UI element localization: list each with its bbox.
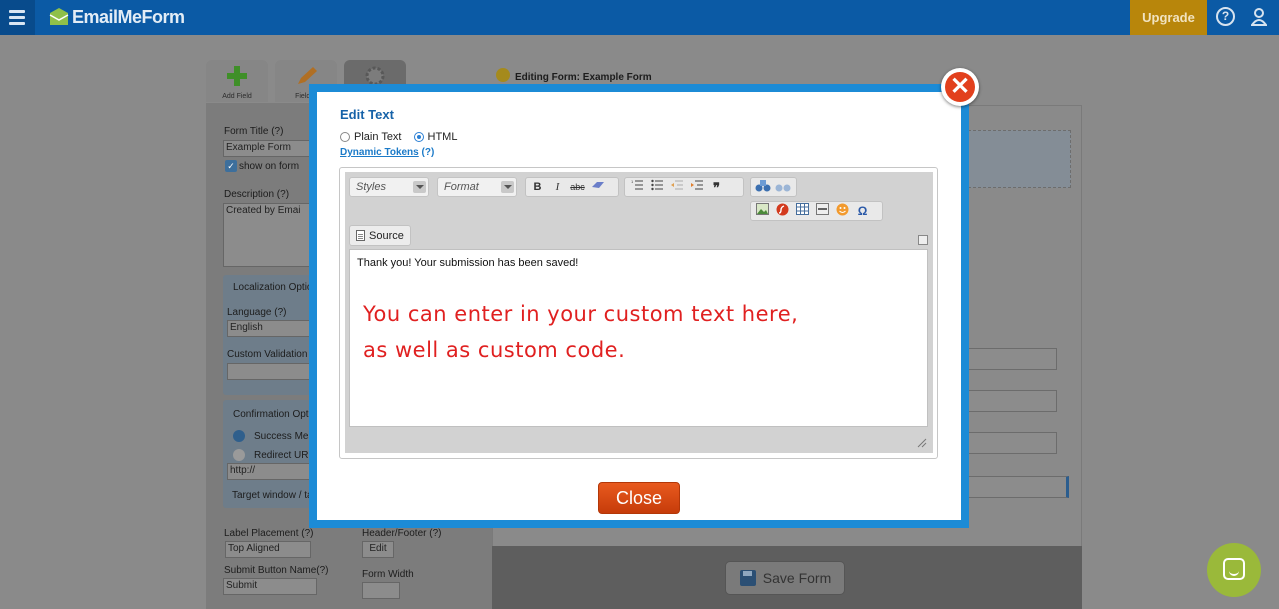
text-mode-options: Plain Text HTML — [340, 131, 457, 143]
chevron-down-icon — [413, 181, 426, 193]
redirect-url-label: Redirect URL — [254, 450, 315, 461]
form-title-input[interactable]: Example Form — [223, 140, 313, 157]
indent-icon[interactable] — [688, 179, 705, 196]
success-message-radio[interactable] — [233, 430, 245, 442]
form-width-input[interactable] — [362, 582, 400, 599]
smiley-icon[interactable] — [834, 203, 851, 220]
target-window-label: Target window / ta — [232, 490, 313, 501]
special-character-icon[interactable]: Ω — [854, 203, 871, 220]
language-select[interactable]: English — [227, 320, 313, 337]
html-label: HTML — [427, 131, 458, 143]
save-form-label: Save Form — [762, 570, 832, 586]
annotation-line-2: as well as custom code. — [363, 338, 626, 362]
dynamic-tokens-help[interactable]: (?) — [422, 147, 435, 158]
description-textarea[interactable]: Created by Emai — [223, 203, 313, 267]
dynamic-tokens: Dynamic Tokens (?) — [340, 147, 434, 158]
redirect-url-radio[interactable] — [233, 449, 245, 461]
confirmation-label: Confirmation Opt — [233, 409, 309, 420]
bold-button[interactable]: B — [529, 179, 546, 196]
editing-form-label: Editing Form: Example Form — [515, 72, 652, 83]
close-button[interactable]: Close — [598, 482, 680, 514]
strikethrough-button[interactable]: abc — [569, 179, 586, 196]
language-label: Language (?) — [227, 307, 287, 318]
envelope-logo-icon — [48, 7, 70, 27]
upgrade-button[interactable]: Upgrade — [1130, 0, 1207, 35]
maximize-icon[interactable] — [918, 235, 928, 245]
logo-text: EmailMeForm — [72, 6, 185, 27]
form-width-label: Form Width — [362, 569, 414, 580]
description-label: Description (?) — [224, 189, 290, 200]
image-icon[interactable] — [754, 202, 771, 220]
italic-button[interactable]: I — [549, 179, 566, 196]
submit-button-name-label: Submit Button Name(?) — [224, 565, 329, 576]
form-title-label: Form Title (?) — [224, 126, 284, 137]
svg-text:1: 1 — [631, 179, 634, 184]
format-label: Format — [444, 181, 479, 193]
add-field-tab[interactable]: Add Field — [206, 60, 268, 102]
plus-icon — [227, 66, 247, 86]
styles-dropdown[interactable]: Styles — [349, 177, 429, 197]
redirect-url-input[interactable]: http:// — [227, 463, 313, 480]
chat-launcher[interactable] — [1207, 543, 1261, 597]
source-button[interactable]: Source — [349, 225, 411, 246]
label-placement-select[interactable]: Top Aligned — [225, 541, 311, 558]
annotation-note: You can enter in your custom text here, … — [363, 296, 798, 368]
blockquote-icon[interactable]: ❞ — [708, 179, 725, 196]
chevron-down-icon — [501, 181, 514, 193]
form-field-2 — [963, 390, 1057, 412]
submit-button-name-input[interactable]: Submit — [223, 578, 317, 595]
format-dropdown[interactable]: Format — [437, 177, 517, 197]
html-radio[interactable] — [413, 132, 424, 142]
horizontal-line-icon[interactable] — [814, 202, 831, 220]
app-logo[interactable]: EmailMeForm — [48, 6, 185, 28]
label-placement-label: Label Placement (?) — [224, 528, 314, 539]
top-navigation-bar: EmailMeForm Upgrade ? — [0, 0, 1279, 35]
outdent-icon[interactable] — [668, 179, 685, 196]
styles-label: Styles — [356, 181, 386, 193]
form-field-3 — [963, 432, 1057, 454]
table-icon[interactable] — [794, 202, 811, 220]
text-style-toolbar: B I abc — [525, 177, 619, 197]
dynamic-tokens-link[interactable]: Dynamic Tokens — [340, 147, 419, 158]
add-field-label: Add Field — [222, 93, 252, 100]
link-icon[interactable] — [754, 179, 771, 196]
save-form-button[interactable]: Save Form — [725, 561, 845, 595]
floppy-disk-icon — [739, 570, 756, 586]
plain-text-label: Plain Text — [354, 131, 402, 143]
form-field-4 — [963, 476, 1069, 498]
paragraph-toolbar: 1 ❞ — [624, 177, 744, 197]
show-on-form-checkbox[interactable]: ✓ — [225, 160, 237, 172]
source-label: Source — [369, 229, 404, 242]
resize-handle-icon[interactable] — [917, 438, 927, 448]
modal-close-icon[interactable]: ✕ — [941, 68, 979, 106]
success-message-label: Success Mes — [254, 431, 314, 442]
user-icon[interactable] — [1250, 6, 1268, 28]
annotation-line-1: You can enter in your custom text here, — [363, 302, 799, 326]
numbered-list-icon[interactable]: 1 — [628, 179, 645, 196]
header-footer-edit-button[interactable]: Edit — [362, 541, 394, 558]
plain-text-radio[interactable] — [340, 132, 350, 142]
menu-icon[interactable] — [0, 0, 35, 35]
chat-icon — [1223, 558, 1245, 580]
unlink-icon[interactable] — [774, 179, 791, 196]
modal-title: Edit Text — [340, 107, 394, 122]
form-field-1 — [963, 348, 1057, 370]
form-header-placeholder — [963, 130, 1071, 188]
lightbulb-icon — [496, 68, 510, 82]
bulleted-list-icon[interactable] — [648, 179, 665, 196]
insert-toolbar: Ω — [750, 201, 883, 221]
custom-validation-label: Custom Validation — [227, 349, 308, 360]
confirmation-message-text[interactable]: Thank you! Your submission has been save… — [357, 257, 578, 269]
header-footer-label: Header/Footer (?) — [362, 528, 442, 539]
help-icon[interactable]: ? — [1216, 7, 1235, 26]
remove-format-icon[interactable] — [589, 179, 606, 196]
localization-label: Localization Optio — [233, 282, 313, 293]
document-icon — [356, 230, 365, 241]
show-on-form-label: show on form — [239, 161, 300, 172]
flash-icon[interactable] — [774, 203, 791, 220]
custom-validation-input[interactable] — [227, 363, 313, 380]
link-toolbar — [750, 177, 797, 197]
